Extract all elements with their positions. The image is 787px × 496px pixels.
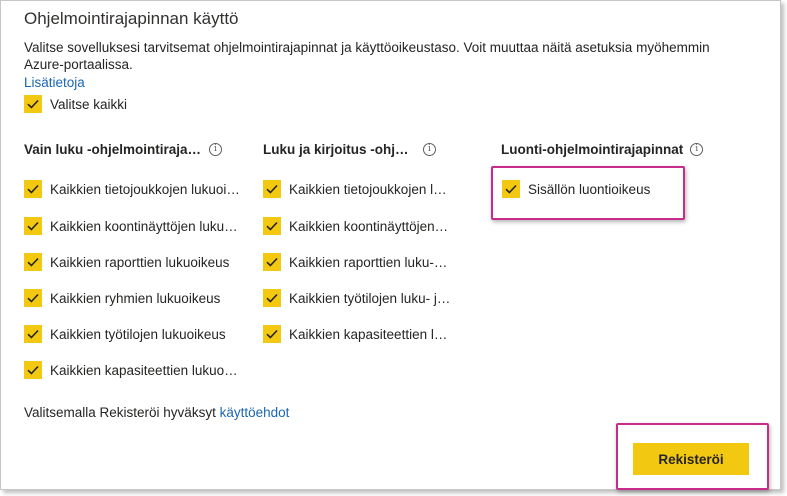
dialog-description: Valitse sovelluksesi tarvitsemat ohjelmo… bbox=[24, 40, 710, 72]
more-info-link[interactable]: Lisätietoja bbox=[24, 75, 85, 90]
permission-checkbox[interactable]: Kaikkien tietojoukkojen luku- ja kirjoit… bbox=[263, 178, 451, 200]
select-all-checkbox[interactable]: Valitse kaikki bbox=[24, 93, 127, 115]
permission-label: Kaikkien tietojoukkojen lukuoikeus bbox=[50, 181, 240, 197]
column-header-read-only: Vain luku -ohjelmointirajapinnat i bbox=[24, 142, 222, 157]
permission-label: Kaikkien kapasiteettien luku- ja kirjoit… bbox=[289, 326, 451, 342]
column-header-create: Luonti-ohjelmointirajapinnat i bbox=[501, 142, 704, 157]
terms-link[interactable]: käyttöehdot bbox=[220, 405, 290, 420]
info-icon[interactable]: i bbox=[209, 143, 222, 156]
terms-text: Valitsemalla Rekisteröi hyväksyt käyttöe… bbox=[24, 405, 289, 420]
permission-label: Sisällön luontioikeus bbox=[528, 181, 651, 197]
column-header-read-write: Luku ja kirjoitus -ohjelmointirajapinnat… bbox=[263, 142, 436, 157]
checkmark-icon bbox=[24, 361, 42, 379]
permission-checkbox[interactable]: Kaikkien kapasiteettien luku- ja kirjoit… bbox=[263, 323, 451, 345]
permission-label: Kaikkien ryhmien lukuoikeus bbox=[50, 290, 221, 306]
permission-label: Kaikkien raporttien lukuoikeus bbox=[50, 254, 230, 270]
permission-label: Kaikkien tietojoukkojen luku- ja kirjoit… bbox=[289, 181, 451, 197]
permission-checkbox[interactable]: Kaikkien koontinäyttöjen lukuoikeus bbox=[24, 215, 240, 237]
permission-checkbox[interactable]: Kaikkien tietojoukkojen lukuoikeus bbox=[24, 178, 240, 200]
permission-label: Kaikkien koontinäyttöjen luku- ja kirjoi… bbox=[289, 218, 451, 234]
checkmark-icon bbox=[502, 180, 520, 198]
info-icon[interactable]: i bbox=[423, 143, 436, 156]
checkmark-icon bbox=[263, 217, 281, 235]
checkmark-icon bbox=[24, 217, 42, 235]
checkmark-icon bbox=[24, 289, 42, 307]
info-icon[interactable]: i bbox=[690, 143, 704, 156]
permission-checkbox[interactable]: Kaikkien koontinäyttöjen luku- ja kirjoi… bbox=[263, 215, 451, 237]
checkmark-icon bbox=[263, 180, 281, 198]
column-header-label: Luonti-ohjelmointirajapinnat bbox=[501, 142, 684, 157]
register-button[interactable]: Rekisteröi bbox=[633, 443, 749, 475]
checkmark-icon bbox=[24, 180, 42, 198]
permission-label: Kaikkien koontinäyttöjen lukuoikeus bbox=[50, 218, 240, 234]
select-all-label: Valitse kaikki bbox=[50, 96, 128, 112]
column-header-label: Vain luku -ohjelmointirajapinnat bbox=[24, 142, 202, 157]
permission-checkbox[interactable]: Kaikkien ryhmien lukuoikeus bbox=[24, 287, 220, 309]
checkmark-icon bbox=[24, 95, 42, 113]
permission-checkbox[interactable]: Kaikkien työtilojen lukuoikeus bbox=[24, 323, 226, 345]
checkmark-icon bbox=[263, 325, 281, 343]
permission-checkbox[interactable]: Kaikkien kapasiteettien lukuoikeus bbox=[24, 359, 240, 381]
checkmark-icon bbox=[24, 253, 42, 271]
permission-checkbox[interactable]: Kaikkien raporttien lukuoikeus bbox=[24, 251, 229, 273]
dialog-title: Ohjelmointirajapinnan käyttö bbox=[24, 9, 239, 28]
permission-checkbox[interactable]: Kaikkien raporttien luku- ja kirjoitusoi… bbox=[263, 251, 451, 273]
checkmark-icon bbox=[263, 253, 281, 271]
permission-checkbox[interactable]: Sisällön luontioikeus bbox=[502, 178, 650, 200]
column-header-label: Luku ja kirjoitus -ohjelmointirajapinnat bbox=[263, 142, 416, 157]
checkmark-icon bbox=[24, 325, 42, 343]
permission-label: Kaikkien kapasiteettien lukuoikeus bbox=[50, 362, 240, 378]
terms-prefix: Valitsemalla Rekisteröi hyväksyt bbox=[24, 405, 220, 420]
permission-label: Kaikkien työtilojen luku- ja kirjoitusoi… bbox=[289, 290, 451, 306]
permission-label: Kaikkien raporttien luku- ja kirjoitusoi… bbox=[289, 254, 451, 270]
permission-label: Kaikkien työtilojen lukuoikeus bbox=[50, 326, 226, 342]
checkmark-icon bbox=[263, 289, 281, 307]
permission-checkbox[interactable]: Kaikkien työtilojen luku- ja kirjoitusoi… bbox=[263, 287, 451, 309]
